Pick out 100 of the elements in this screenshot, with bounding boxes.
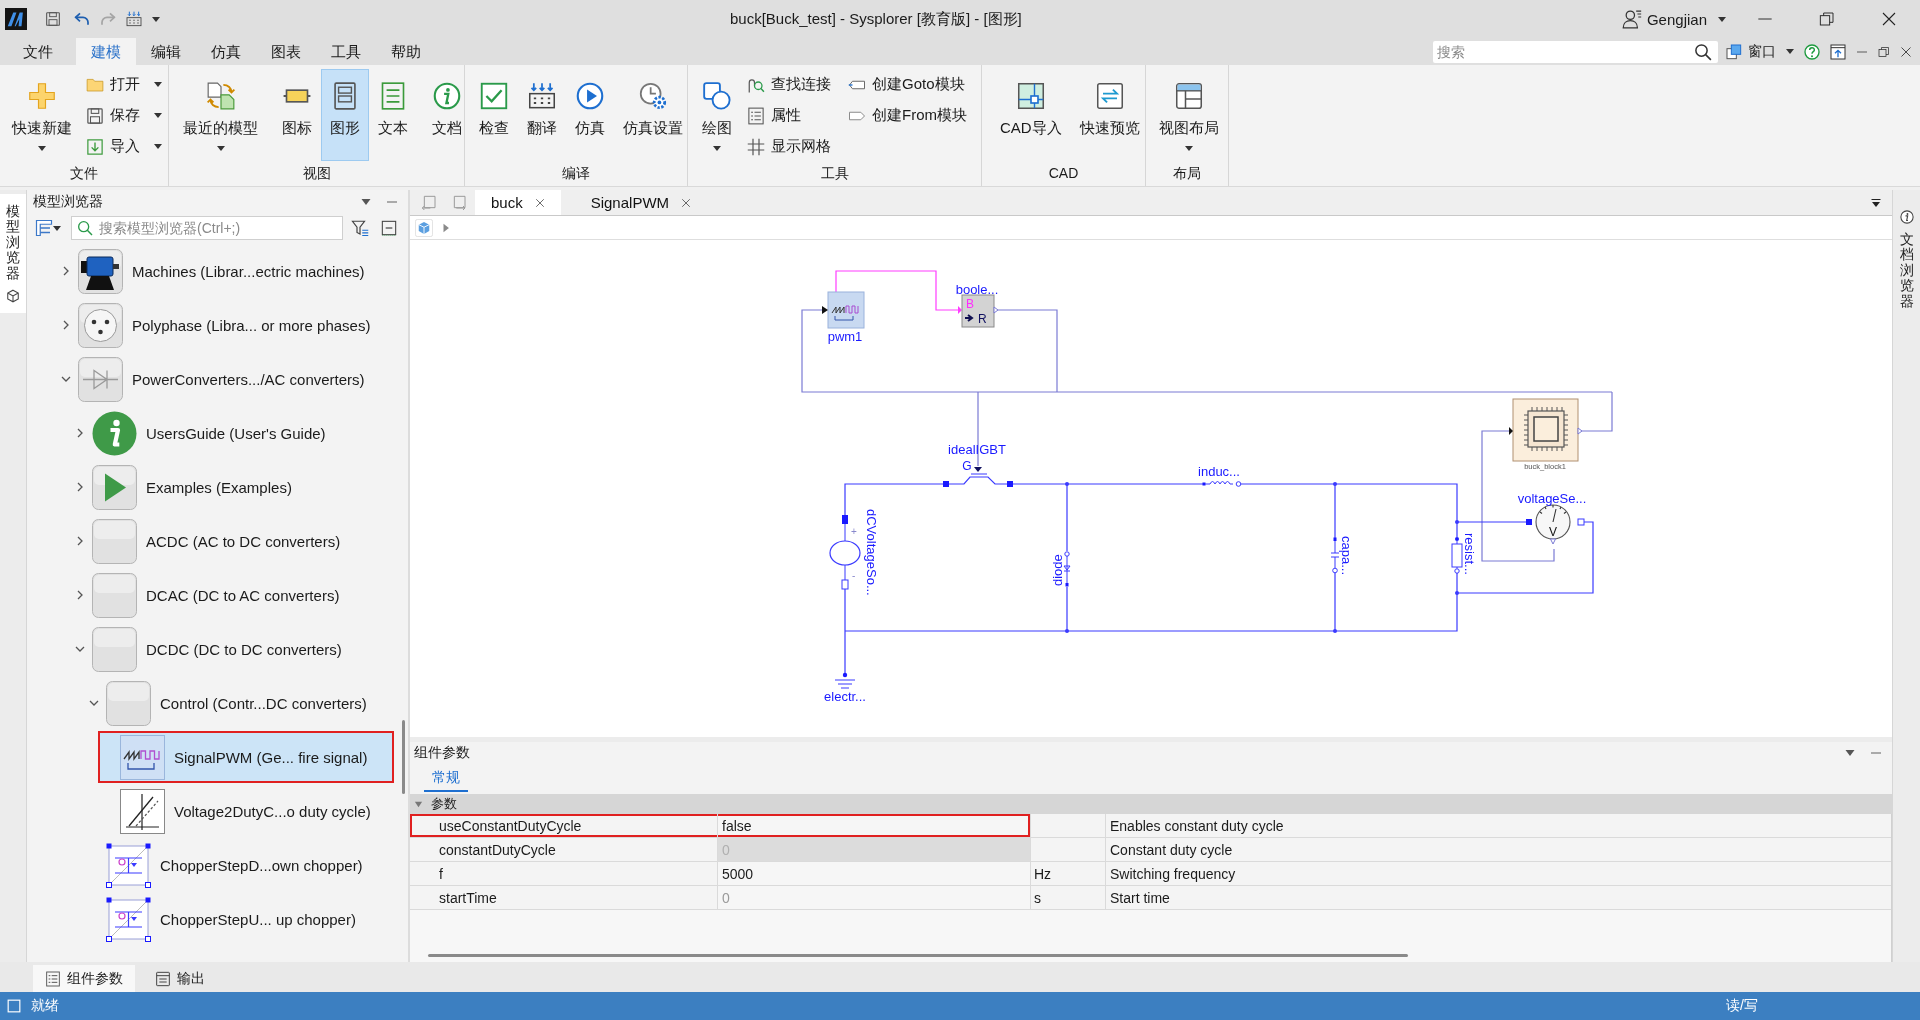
tree-item[interactable]: DCAC (DC to AC converters) [70,569,394,621]
menu-tab[interactable]: 文件 [8,38,68,65]
triangle-right-icon[interactable] [441,222,451,233]
toolbar-button[interactable]: 视图布局 [1150,69,1228,161]
chevron-down-icon[interactable] [61,374,71,384]
side-tab[interactable]: 文档浏览器 [1893,194,1920,319]
tree-item[interactable]: UsersGuide (User's Guide) [70,407,394,459]
toolbar-button[interactable]: 导入 [86,131,162,162]
toolbar-button[interactable]: 打开 [86,69,162,100]
panel-tab[interactable]: 输出 [143,965,217,992]
tree-item[interactable]: PowerConverters.../AC converters) [56,353,394,405]
menu-tab[interactable]: 帮助 [376,38,436,65]
toolbar-button[interactable]: 图标 [273,69,321,161]
triangle-down-icon[interactable] [414,799,423,809]
search-icon[interactable] [1694,42,1712,61]
caret-down-icon[interactable] [38,146,46,151]
ground-symbol[interactable] [834,672,856,689]
pin-up-icon[interactable] [1830,43,1846,60]
dropdown-list-icon[interactable] [1870,196,1882,209]
app-logo-icon[interactable] [5,8,27,30]
tree-item[interactable]: Machines (Librar...ectric machines) [56,245,394,297]
restore-icon[interactable] [1878,45,1890,58]
toolbar-button[interactable]: 创建From模块 [848,100,967,131]
scrollbar[interactable] [428,953,1408,957]
caret-down-icon[interactable] [152,16,160,22]
toolbar-button[interactable]: 显示网格 [747,131,831,162]
toolbar-button[interactable]: 绘图 [693,69,741,161]
chevron-right-icon[interactable] [61,266,71,276]
toolbar-button[interactable]: CAD导入 [991,69,1071,161]
save-icon[interactable] [45,11,61,27]
toolbar-button[interactable]: 创建Goto模块 [848,69,967,100]
toolbar-button[interactable]: 快速预览 [1070,69,1149,161]
user-account-button[interactable]: Gengjian [1621,9,1726,29]
caret-down-icon[interactable] [1718,16,1726,22]
chevron-right-icon[interactable] [75,590,85,600]
toolbar-button[interactable]: 保存 [86,100,162,131]
tree-item[interactable]: SignalPWM (Ge... fire signal) [98,731,394,783]
menu-tab[interactable]: 图表 [256,38,316,65]
tree-item[interactable]: Voltage2DutyC...o duty cycle) [98,785,394,837]
close-icon[interactable] [534,197,545,208]
chevron-down-icon[interactable] [75,644,85,654]
menu-tab[interactable]: 编辑 [136,38,196,65]
window-menu[interactable]: 窗口 [1748,42,1776,61]
document-tab[interactable]: SignalPWM [574,190,708,215]
search-field[interactable]: 搜索模型浏览器(Ctrl+;) [71,216,343,240]
chevron-right-icon[interactable] [75,482,85,492]
group-header[interactable]: 参数 [410,794,1892,814]
toolbar-button[interactable]: 属性 [747,100,831,131]
tree-item[interactable]: ChopperStepD...own chopper) [84,839,394,891]
restore-icon[interactable] [1819,11,1835,27]
scrollbar[interactable] [401,720,405,794]
collapse-all-icon[interactable] [381,220,397,236]
value-field[interactable]: 5000 [718,862,1031,886]
caret-down-icon[interactable] [216,146,225,151]
tree-view-icon[interactable] [35,219,53,237]
caret-down-icon[interactable] [53,225,61,231]
chevron-right-icon[interactable] [75,536,85,546]
chevron-down-icon[interactable] [89,698,99,708]
filter-icon[interactable] [351,219,369,237]
caret-down-icon[interactable] [154,144,162,149]
search-field[interactable]: 搜索 [1433,40,1718,63]
side-tab[interactable]: 模型浏览器 [0,194,26,313]
toolbar-button[interactable]: 仿真设置 [614,69,692,161]
toolbar-button[interactable]: 文档 [423,69,471,161]
value-field[interactable]: 0 [718,886,1031,910]
tree-item[interactable]: Control (Contr...DC converters) [84,677,394,729]
help-icon[interactable] [1804,43,1820,60]
toolbar-button[interactable]: 检查 [470,69,518,161]
windows-icon[interactable] [1726,43,1742,60]
menu-tab[interactable]: 工具 [316,38,376,65]
chevron-right-icon[interactable] [61,320,71,330]
document-tab[interactable]: buck [475,190,561,215]
toolbar-button[interactable]: 文本 [369,69,417,161]
tree-item[interactable]: DCDC (DC to DC converters) [70,623,394,675]
tree-item[interactable]: ACDC (AC to DC converters) [70,515,394,567]
toolbar-button[interactable]: 翻译 [518,69,566,161]
caret-down-icon[interactable] [1185,146,1193,151]
toolbar-button[interactable]: 最近的模型 [174,69,267,161]
menu-tab[interactable]: 仿真 [196,38,256,65]
value-field[interactable]: false [718,814,1031,838]
chevron-right-icon[interactable] [75,428,85,438]
caret-down-icon[interactable] [713,146,721,151]
caret-down-icon[interactable] [1786,49,1794,54]
toolbar-button[interactable]: 快速新建 [3,69,81,161]
tree-item[interactable]: Examples (Examples) [70,461,394,513]
panel-tab[interactable]: 组件参数 [33,965,135,992]
caret-down-icon[interactable] [154,113,162,118]
tree-item[interactable]: Polyphase (Libra... or more phases) [56,299,394,351]
toolbar-button[interactable]: 图形 [321,69,369,161]
toolbar-customize-icon[interactable] [126,11,142,27]
close-icon[interactable] [1900,45,1912,58]
undo-icon[interactable] [74,11,90,27]
caret-down-icon[interactable] [154,82,162,87]
cube-icon[interactable] [415,218,433,237]
tree-item[interactable]: ChopperStepU... up chopper) [84,893,394,945]
close-icon[interactable] [1881,11,1897,27]
toolbar-button[interactable]: 查找连接 [747,69,831,100]
panel-tab[interactable]: 常规 [424,769,468,792]
menu-tab[interactable]: 建模 [76,38,136,65]
toolbar-button[interactable]: 仿真 [566,69,614,161]
